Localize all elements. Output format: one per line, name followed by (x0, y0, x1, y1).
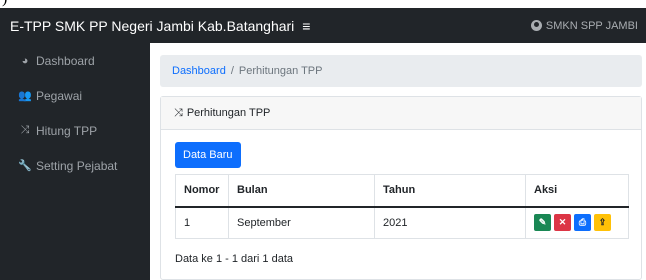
sidebar-item-setting-pejabat[interactable]: 🔧 Setting Pejabat (0, 148, 150, 183)
brand-title[interactable]: E-TPP SMK PP Negeri Jambi Kab.Batanghari (0, 18, 294, 34)
cell-aksi: ✎ ✕ ⎙ ⇪ (525, 206, 629, 239)
print-button[interactable]: ⎙ (574, 214, 591, 232)
sidebar-item-label: Pegawai (36, 88, 83, 103)
cell-tahun: 2021 (374, 206, 526, 239)
palette-icon: ◕ (21, 54, 29, 67)
wrench-icon: 🔧 (18, 160, 32, 172)
shuffle-icon: ⤨ (20, 124, 30, 136)
table-row: 1 September 2021 ✎ ✕ ⎙ ⇪ (175, 206, 629, 239)
sidebar-item-label: Dashboard (36, 53, 95, 68)
main-content: Dashboard / Perhitungan TPP ⤨ Perhitunga… (150, 43, 646, 280)
upload-button[interactable]: ⇪ (594, 214, 611, 232)
delete-button[interactable]: ✕ (554, 214, 571, 232)
column-header-aksi: Aksi (525, 174, 629, 208)
breadcrumb-current: Perhitungan TPP (238, 65, 323, 77)
user-menu[interactable]: SMKN SPP JAMBI (530, 19, 646, 32)
sidebar-item-label: Hitung TPP (36, 123, 98, 138)
users-icon: 👥 (18, 90, 32, 102)
breadcrumb: Dashboard / Perhitungan TPP (160, 55, 642, 87)
cropped-text-strip: ) (0, 0, 646, 8)
card-title: Perhitungan TPP (186, 107, 271, 119)
sidebar-toggle-icon[interactable]: ≡ (302, 18, 310, 34)
user-label: SMKN SPP JAMBI (545, 19, 638, 32)
top-navbar: E-TPP SMK PP Negeri Jambi Kab.Batanghari… (0, 8, 646, 43)
sidebar-item-label: Setting Pejabat (36, 158, 118, 173)
breadcrumb-link-dashboard[interactable]: Dashboard (172, 65, 226, 77)
sidebar-item-pegawai[interactable]: 👥 Pegawai (0, 78, 150, 113)
cropped-text: ) (2, 0, 7, 8)
row-actions: ✎ ✕ ⎙ ⇪ (534, 214, 620, 232)
cell-nomor: 1 (175, 206, 229, 239)
cell-bulan: September (228, 206, 375, 239)
perhitungan-card: ⤨ Perhitungan TPP Data Baru Nomor Bulan … (160, 96, 642, 280)
table-header-row: Nomor Bulan Tahun Aksi (175, 174, 629, 208)
column-header-nomor: Nomor (175, 174, 229, 208)
edit-button[interactable]: ✎ (534, 214, 551, 232)
sidebar: ◕ Dashboard 👥 Pegawai ⤨ Hitung TPP 🔧 Set… (0, 43, 150, 280)
data-baru-button[interactable]: Data Baru (175, 142, 241, 168)
shuffle-icon: ⤨ (174, 106, 183, 119)
column-header-tahun: Tahun (374, 174, 526, 208)
sidebar-item-dashboard[interactable]: ◕ Dashboard (0, 43, 150, 78)
user-circle-icon (530, 20, 542, 31)
card-header: ⤨ Perhitungan TPP (161, 97, 641, 130)
sidebar-item-hitung-tpp[interactable]: ⤨ Hitung TPP (0, 113, 150, 148)
breadcrumb-separator: / (230, 65, 234, 77)
column-header-bulan: Bulan (228, 174, 375, 208)
tpp-table: Nomor Bulan Tahun Aksi 1 September 2021 … (175, 174, 629, 239)
table-info-text: Data ke 1 - 1 dari 1 data (175, 253, 294, 265)
